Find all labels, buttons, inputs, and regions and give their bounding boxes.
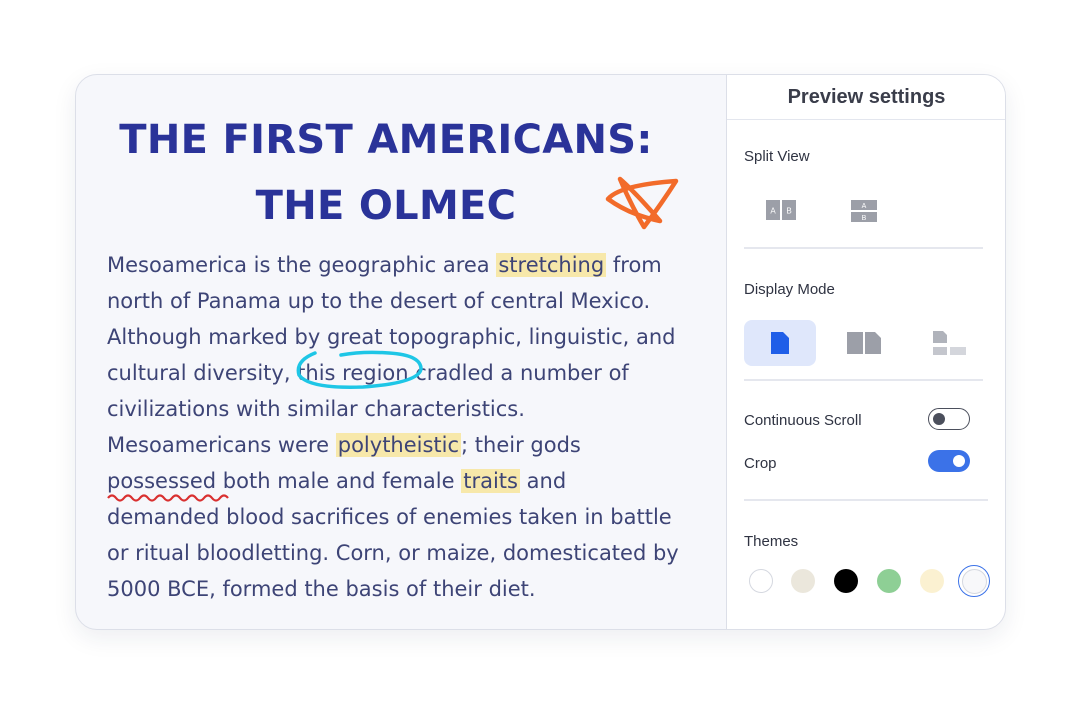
split-horizontal-icon: A B bbox=[851, 200, 877, 222]
split-view-label: Split View bbox=[744, 148, 810, 165]
star-annotation-icon bbox=[605, 176, 679, 230]
thumbnail-page-mode-button[interactable] bbox=[914, 320, 986, 366]
title-line-1: THE FIRST AMERICANS: bbox=[119, 117, 653, 163]
highlight: polytheistic bbox=[335, 433, 462, 457]
theme-light-gray-swatch[interactable] bbox=[958, 565, 990, 597]
themes-label: Themes bbox=[744, 533, 799, 550]
text-line: demanded blood sacrifices of enemies tak… bbox=[107, 505, 672, 529]
theme-black-swatch[interactable] bbox=[834, 569, 858, 593]
panel-title: Preview settings bbox=[727, 75, 1005, 120]
single-page-icon bbox=[771, 332, 789, 354]
double-page-mode-button[interactable] bbox=[828, 320, 900, 366]
crop-label: Crop bbox=[744, 455, 777, 472]
divider bbox=[744, 247, 983, 249]
thumbnail-page-icon bbox=[933, 331, 966, 355]
text-line: north of Panama up to the desert of cent… bbox=[107, 289, 651, 313]
single-page-mode-button[interactable] bbox=[744, 320, 816, 366]
svg-text:A: A bbox=[770, 207, 776, 216]
highlight: stretching bbox=[496, 253, 607, 277]
split-vertical-icon: A B bbox=[766, 200, 796, 220]
text-line: 5000 BCE, formed the basis of their diet… bbox=[107, 577, 536, 601]
continuous-scroll-label: Continuous Scroll bbox=[744, 412, 862, 429]
document-preview: THE FIRST AMERICANS: THE OLMEC Mesoameri… bbox=[76, 75, 726, 629]
double-page-icon bbox=[847, 332, 881, 354]
divider bbox=[744, 379, 983, 381]
theme-beige-swatch[interactable] bbox=[791, 569, 815, 593]
crop-toggle[interactable] bbox=[928, 450, 970, 472]
display-mode-label: Display Mode bbox=[744, 281, 835, 298]
body-text: Mesoamerica is the geographic area stret… bbox=[107, 247, 719, 607]
split-horizontal-button[interactable]: A B bbox=[850, 199, 878, 223]
theme-cream-swatch[interactable] bbox=[920, 569, 944, 593]
circle-annotation-icon bbox=[296, 350, 423, 389]
toggle-knob bbox=[953, 455, 965, 467]
svg-text:B: B bbox=[786, 207, 791, 216]
text-line: or ritual bloodletting. Corn, or maize, … bbox=[107, 541, 679, 565]
text-line: Mesoamerica is the geographic area stret… bbox=[107, 253, 662, 277]
text-line: Mesoamericans were polytheistic; their g… bbox=[107, 433, 581, 457]
theme-green-swatch[interactable] bbox=[877, 569, 901, 593]
highlight: traits bbox=[461, 469, 520, 493]
toggle-knob bbox=[933, 413, 945, 425]
text-line: civilizations with similar characteristi… bbox=[107, 397, 525, 421]
continuous-scroll-toggle[interactable] bbox=[928, 408, 970, 430]
misspelled-word: possessed bbox=[107, 469, 217, 493]
theme-white-swatch[interactable] bbox=[749, 569, 773, 593]
preview-settings-panel: Preview settings Split View A B A B Disp… bbox=[726, 75, 1005, 629]
svg-text:B: B bbox=[862, 215, 867, 222]
spellcheck-squiggle-icon bbox=[107, 494, 229, 502]
swatch-fill bbox=[962, 569, 987, 594]
split-vertical-button[interactable]: A B bbox=[765, 199, 797, 221]
divider bbox=[744, 499, 988, 501]
preview-card: THE FIRST AMERICANS: THE OLMEC Mesoameri… bbox=[75, 74, 1006, 630]
svg-text:A: A bbox=[862, 203, 867, 210]
